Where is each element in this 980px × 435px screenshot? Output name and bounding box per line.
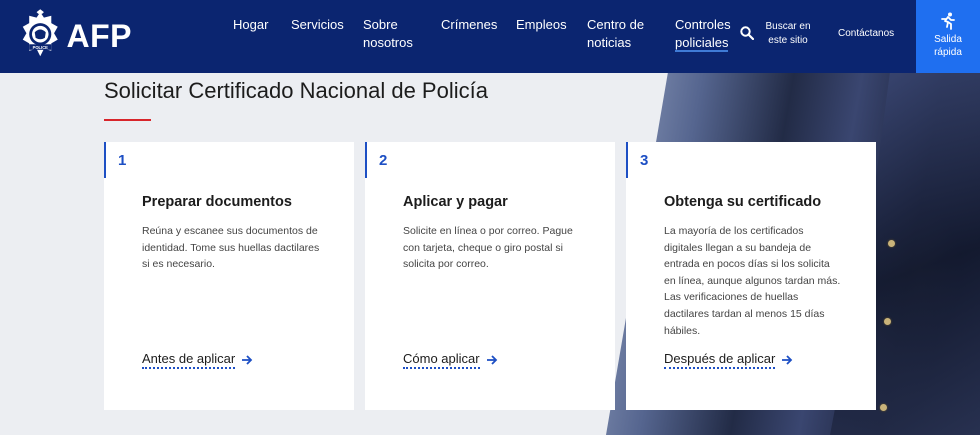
step-description: Solicite en línea o por correo. Pague co… <box>403 225 573 271</box>
site-header: POLICE AFP Hogar Servicios Sobre nosotro… <box>0 0 980 73</box>
search-label: Buscar en este sitio <box>765 21 811 46</box>
nav-servicios[interactable]: Servicios <box>291 16 344 34</box>
step-number: 2 <box>379 152 388 169</box>
step-marker <box>104 142 106 178</box>
antes-de-aplicar-link[interactable]: Antes de aplicar <box>142 351 253 369</box>
step-card-3: 3 Obtenga su certificado La mayoría de l… <box>626 142 876 410</box>
step-marker <box>365 142 367 178</box>
step-heading: Aplicar y pagar <box>403 194 508 210</box>
step-card-2: 2 Aplicar y pagar Solicite en línea o po… <box>365 142 615 410</box>
svg-text:POLICE: POLICE <box>33 45 49 50</box>
step-number: 3 <box>640 152 649 169</box>
search-button[interactable]: Buscar en este sitio <box>740 20 811 48</box>
arrow-right-icon <box>486 355 497 365</box>
step-heading: Preparar documentos <box>142 194 292 210</box>
afp-logo[interactable]: POLICE AFP <box>20 6 132 66</box>
despues-de-aplicar-link[interactable]: Después de aplicar <box>664 351 793 369</box>
quick-exit-button[interactable]: Salida rápida <box>916 0 980 73</box>
nav-crimenes[interactable]: Crímenes <box>441 16 497 34</box>
contact-link[interactable]: Contáctanos <box>838 28 894 39</box>
nav-empleos[interactable]: Empleos <box>516 16 567 34</box>
step-number: 1 <box>118 152 127 169</box>
arrow-right-icon <box>782 355 793 365</box>
nav-controles-policiales[interactable]: Controles policiales <box>675 16 731 52</box>
nav-sobre-nosotros[interactable]: Sobre nosotros <box>363 16 413 52</box>
step-card-1: 1 Preparar documentos Reúna y escanee su… <box>104 142 354 410</box>
logo-text: AFP <box>66 17 132 54</box>
title-accent-rule <box>104 119 151 121</box>
nav-centro-de-noticias[interactable]: Centro de noticias <box>587 16 644 52</box>
step-heading: Obtenga su certificado <box>664 194 822 210</box>
step-description: La mayoría de los certificados digitales… <box>664 225 841 337</box>
arrow-right-icon <box>242 355 253 365</box>
running-person-icon <box>941 12 955 30</box>
como-aplicar-link[interactable]: Cómo aplicar <box>403 351 498 369</box>
page-title: Solicitar Certificado Nacional de Policí… <box>104 78 488 103</box>
police-badge-icon: POLICE <box>22 9 58 57</box>
step-description: Reúna y escanee sus documentos de identi… <box>142 225 320 271</box>
step-marker <box>626 142 628 178</box>
nav-hogar[interactable]: Hogar <box>233 16 268 34</box>
search-icon <box>740 26 754 40</box>
